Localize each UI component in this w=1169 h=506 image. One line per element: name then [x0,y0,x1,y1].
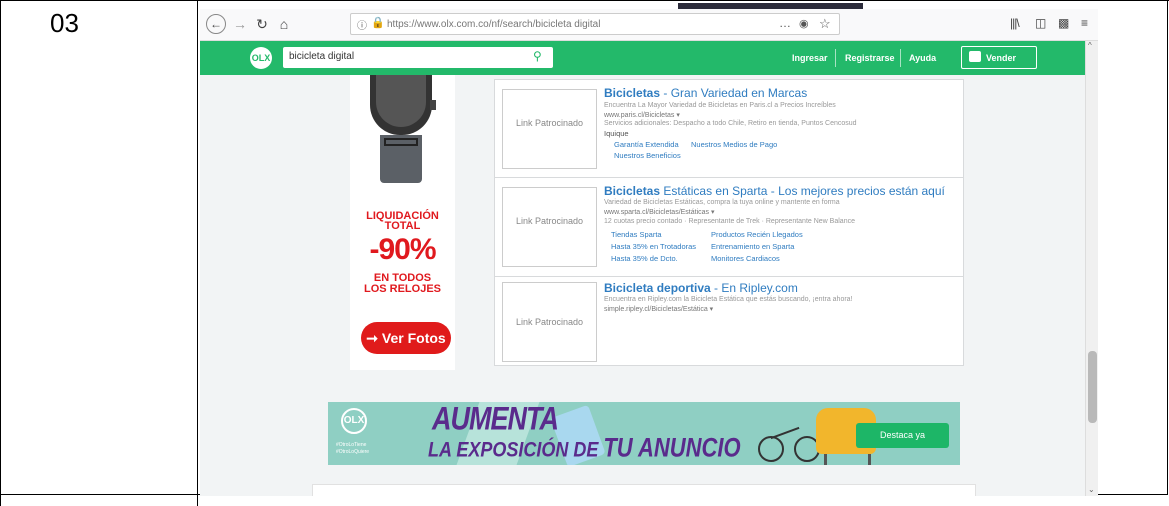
table-border-top [0,0,1169,1]
forward-icon[interactable]: → [230,14,250,34]
ad-thumbnail-label: Link Patrocinado [515,118,584,128]
olx-logo[interactable]: OLX [250,47,272,69]
ad-thumbnail[interactable]: Link Patrocinado [502,187,597,267]
banner-olx-logo: OLX [341,408,367,434]
sell-button[interactable]: Vender [961,46,1037,69]
olx-header: OLX bicicleta digital ⚲ Ingresar Registr… [200,41,1085,75]
ad-thumbnail[interactable]: Link Patrocinado [502,89,597,169]
ad-title-bold: Bicicletas [604,184,661,198]
library-icon[interactable]: |||\ [1010,16,1020,30]
scroll-up-icon[interactable]: ^ [1088,41,1092,50]
ad-title-rest: - Gran Variedad en Marcas [660,86,808,100]
armchair-leg [868,454,871,465]
table-column-divider [197,0,198,506]
url-text[interactable]: https://www.olx.com.co/nf/search/bicicle… [387,19,600,30]
ad-thumbnail-label: Link Patrocinado [515,317,584,327]
sponsored-ad: Link Patrocinado Bicicletas - Gran Varie… [495,80,963,178]
highlight-button[interactable]: Destaca ya [856,423,949,448]
ad-sitelink[interactable]: Hasta 35% de Dcto. [611,254,678,263]
ad-title-link[interactable]: Bicicletas Estáticas en Sparta - Los mej… [604,184,945,198]
address-bar[interactable]: ⓘ 🔒 https://www.olx.com.co/nf/search/bic… [350,13,840,35]
sell-button-label: Vender [986,53,1017,63]
sponsored-ad: Link Patrocinado Bicicleta deportiva - E… [495,277,963,365]
page-actions-icon[interactable]: … [779,16,792,30]
ad-url[interactable]: simple.ripley.cl/Bicicletas/Estática ▾ [604,305,713,313]
browser-window: ← → ↻ ⌂ ⓘ 🔒 https://www.olx.com.co/nf/se… [200,3,1098,496]
star-icon[interactable]: ☆ [819,16,831,32]
watch-buckle [384,138,418,146]
view-photos-button[interactable]: ➞ Ver Fotos [361,322,451,354]
header-divider [835,49,836,67]
ad-sitelink[interactable]: Productos Recién Llegados [711,230,803,239]
back-icon[interactable]: ← [206,14,226,34]
scroll-down-icon[interactable]: ⌄ [1088,485,1095,494]
screenshot-icon[interactable]: ▩ [1058,16,1069,30]
menu-icon[interactable]: ≡ [1081,16,1088,30]
ad-sitelink[interactable]: Tiendas Sparta [611,230,662,239]
search-input[interactable]: bicicleta digital ⚲ [283,47,553,68]
ad-sitelink[interactable]: Entrenamiento en Sparta [711,242,794,251]
sponsored-links-panel: Link Patrocinado Bicicletas - Gran Varie… [494,79,964,366]
scroll-thumb[interactable] [1088,351,1097,423]
sidebar-icon[interactable]: ◫ [1035,16,1046,30]
ad-extension: 12 cuotas precio contado · Representante… [604,218,855,225]
ad-title-link[interactable]: Bicicleta deportiva - En Ripley.com [604,281,798,295]
listing-card[interactable] [312,484,976,496]
banner-hashtag: #OtroLoQuiere [336,449,370,455]
scrollbar[interactable]: ^ ⌄ [1085,41,1098,496]
table-border-right [1167,0,1168,494]
ad-title-bold: Bicicleta deportiva [604,281,711,295]
ad-description: Encuentra en Ripley.com la Bicicleta Est… [604,296,853,303]
ad-sitelink[interactable]: Monitores Cardiacos [711,254,780,263]
ad-sitelink[interactable]: Nuestros Medios de Pago [691,140,777,149]
ad-title-bold: Bicicletas [604,86,661,100]
ad-thumbnail-label: Link Patrocinado [515,216,584,226]
armchair-leg [824,454,827,465]
info-icon[interactable]: ⓘ [357,17,367,32]
watch-face [376,75,426,127]
search-icon[interactable]: ⚲ [533,49,542,63]
bicycle-image [758,436,784,462]
browser-toolbar: ← → ↻ ⌂ ⓘ 🔒 https://www.olx.com.co/nf/se… [200,9,1098,41]
home-icon[interactable]: ⌂ [274,14,294,34]
page-viewport: OLX bicicleta digital ⚲ Ingresar Registr… [200,41,1085,496]
ad-url[interactable]: www.sparta.cl/Bicicletas/Estáticas ▾ [604,208,715,216]
lock-icon: 🔒 [371,17,385,29]
promo-banner[interactable]: OLX #OtroLoTiene #OtroLoQuiere AUMENTA L… [328,402,960,465]
ad-thumbnail[interactable]: Link Patrocinado [502,282,597,362]
sponsored-ad: Link Patrocinado Bicicletas Estáticas en… [495,178,963,277]
promo-line-4: LOS RELOJES [363,283,442,295]
login-link[interactable]: Ingresar [792,53,828,63]
pocket-icon[interactable]: ◉ [799,17,809,30]
register-link[interactable]: Registrarse [845,53,895,63]
ad-url[interactable]: www.paris.cl/Bicicletas ▾ [604,111,680,119]
ad-sitelink[interactable]: Garantía Extendida [614,140,679,149]
table-border-left [0,0,1,506]
ad-description: Variedad de Bicicletas Estáticas, compra… [604,199,840,206]
document-page: 03 ← → ↻ ⌂ ⓘ 🔒 https://www.olx.com.co/nf… [0,0,1169,506]
ad-title-rest: - En Ripley.com [710,281,798,295]
camera-icon [969,51,981,62]
banner-title-part: LA EXPOSICIÓN DE [428,437,604,462]
search-value: bicicleta digital [289,51,355,62]
promo-line-2: TOTAL [384,220,421,232]
ad-location: Iquique [604,129,629,138]
ad-title-rest: Estáticas en Sparta - Los mejores precio… [660,184,945,198]
ad-description: Encuentra La Mayor Variedad de Bicicleta… [604,102,836,109]
ad-extension: Servicios adicionales: Despacho a todo C… [604,120,857,127]
reload-icon[interactable]: ↻ [252,14,272,34]
ad-title-link[interactable]: Bicicletas - Gran Variedad en Marcas [604,86,807,100]
step-number: 03 [50,8,79,38]
banner-title-emphasis: TU ANUNCIO [603,432,741,463]
ad-sitelink[interactable]: Nuestros Beneficios [614,151,681,160]
help-link[interactable]: Ayuda [909,53,936,63]
banner-hashtag: #OtroLoTiene [336,442,367,448]
banner-title-bottom: LA EXPOSICIÓN DE TU ANUNCIO [428,432,741,463]
ad-sitelink[interactable]: Hasta 35% en Trotadoras [611,242,696,251]
promo-discount: -90% [369,233,436,266]
header-divider [900,49,901,67]
watch-ad[interactable]: LIQUIDACIÓN TOTAL -90% EN TODOS LOS RELO… [350,75,455,370]
watch-crown [430,100,436,110]
bicycle-frame [770,426,800,440]
